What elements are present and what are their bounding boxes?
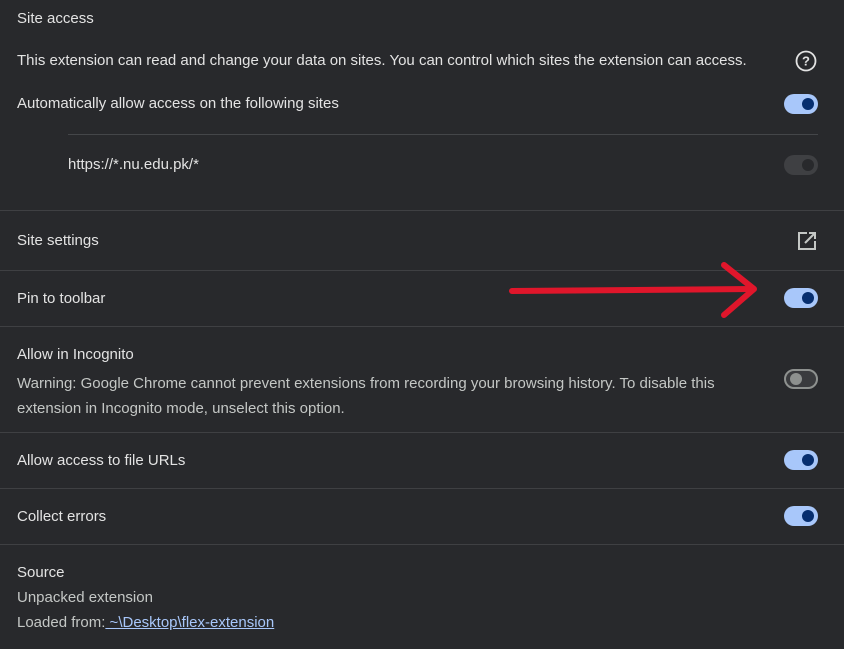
divider xyxy=(0,544,844,545)
incognito-label: Allow in Incognito xyxy=(17,346,134,363)
open-in-new-icon[interactable] xyxy=(796,230,818,252)
loaded-from: Loaded from: ~\Desktop\flex-extension xyxy=(17,614,274,631)
source-title: Source xyxy=(17,564,65,581)
incognito-warning: Warning: Google Chrome cannot prevent ex… xyxy=(17,375,715,417)
file-urls-toggle[interactable] xyxy=(784,450,818,470)
pin-to-toolbar-label: Pin to toolbar xyxy=(17,290,106,307)
toggle-knob xyxy=(802,292,814,304)
red-arrow-annotation xyxy=(509,262,757,318)
collect-errors-toggle[interactable] xyxy=(784,506,818,526)
toggle-knob xyxy=(802,159,814,171)
loaded-from-path-link[interactable]: ~\Desktop\flex-extension xyxy=(105,614,275,631)
toggle-knob xyxy=(802,510,814,522)
toggle-knob xyxy=(802,454,814,466)
divider xyxy=(0,326,844,327)
collect-errors-label: Collect errors xyxy=(17,508,107,525)
loaded-from-label: Loaded from: xyxy=(17,614,106,631)
pin-to-toolbar-toggle[interactable] xyxy=(784,288,818,308)
svg-text:?: ? xyxy=(802,54,810,69)
toggle-knob xyxy=(802,98,814,110)
help-icon[interactable]: ? xyxy=(795,50,817,72)
site-url: https://*.nu.edu.pk/* xyxy=(68,156,199,173)
divider xyxy=(0,488,844,489)
source-type: Unpacked extension xyxy=(17,589,153,606)
site-url-toggle[interactable] xyxy=(784,155,818,175)
incognito-toggle[interactable] xyxy=(784,369,818,389)
file-urls-label: Allow access to file URLs xyxy=(17,452,186,469)
divider xyxy=(0,432,844,433)
auto-allow-toggle[interactable] xyxy=(784,94,818,114)
auto-allow-label: Automatically allow access on the follow… xyxy=(17,95,339,112)
site-access-title: Site access xyxy=(17,10,94,27)
toggle-knob xyxy=(790,373,802,385)
site-access-description: This extension can read and change your … xyxy=(17,52,747,69)
sub-divider xyxy=(68,134,818,135)
divider xyxy=(0,210,844,211)
site-settings-label[interactable]: Site settings xyxy=(17,232,99,249)
